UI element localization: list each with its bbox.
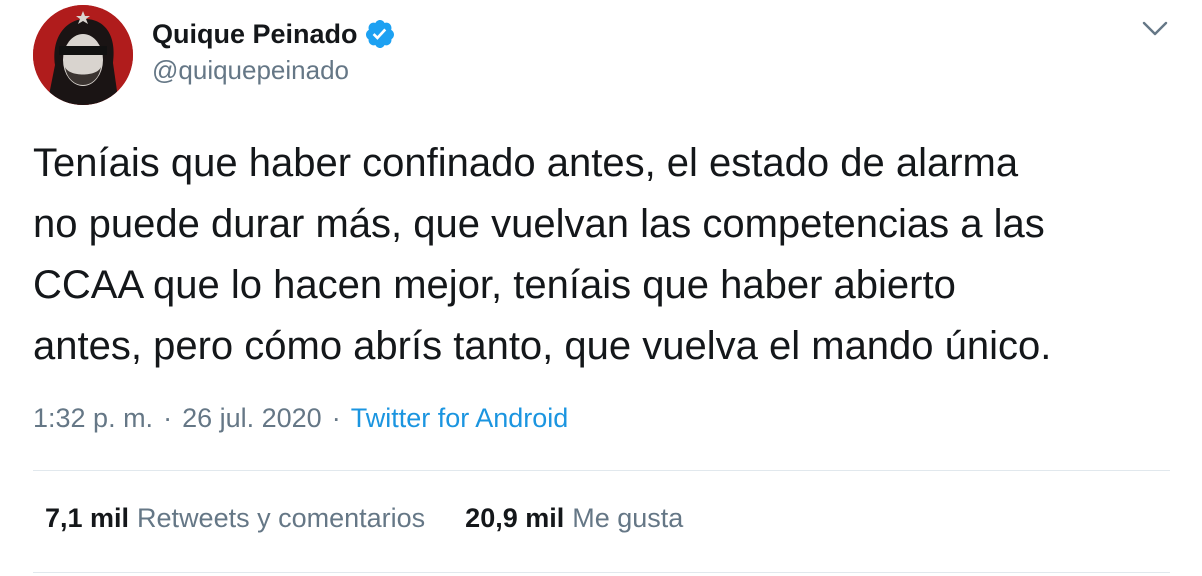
meta-separator: ·	[163, 403, 173, 433]
author-display-name[interactable]: Quique Peinado	[152, 19, 358, 50]
tweet-meta: 1:32 p. m. · 26 jul. 2020 · Twitter for …	[33, 403, 568, 434]
tweet-date[interactable]: 26 jul. 2020	[182, 403, 322, 434]
tweet-source-link[interactable]: Twitter for Android	[351, 403, 569, 434]
divider	[33, 470, 1170, 471]
verified-badge-icon	[364, 18, 396, 50]
tweet-stats: 7,1 mil Retweets y comentarios 20,9 mil …	[45, 503, 683, 534]
tweet-card: Quique Peinado @quiquepeinado Teníais qu…	[0, 0, 1202, 576]
tweet-text: Teníais que haber confinado antes, el es…	[33, 141, 1052, 368]
divider	[33, 572, 1170, 573]
chevron-down-icon[interactable]	[1138, 14, 1172, 44]
likes-count: 20,9 mil	[465, 503, 565, 533]
tweet-time[interactable]: 1:32 p. m.	[33, 403, 153, 434]
retweets-count: 7,1 mil	[45, 503, 130, 533]
meta-separator: ·	[331, 403, 341, 433]
retweets-stat[interactable]: 7,1 mil Retweets y comentarios	[45, 503, 425, 534]
likes-stat[interactable]: 20,9 mil Me gusta	[465, 503, 683, 534]
author-handle[interactable]: @quiquepeinado	[152, 55, 349, 86]
avatar-portrait	[33, 5, 133, 105]
likes-label: Me gusta	[572, 503, 684, 533]
avatar[interactable]	[33, 5, 133, 105]
retweets-label: Retweets y comentarios	[137, 503, 426, 533]
author-name-row: Quique Peinado	[152, 14, 396, 54]
